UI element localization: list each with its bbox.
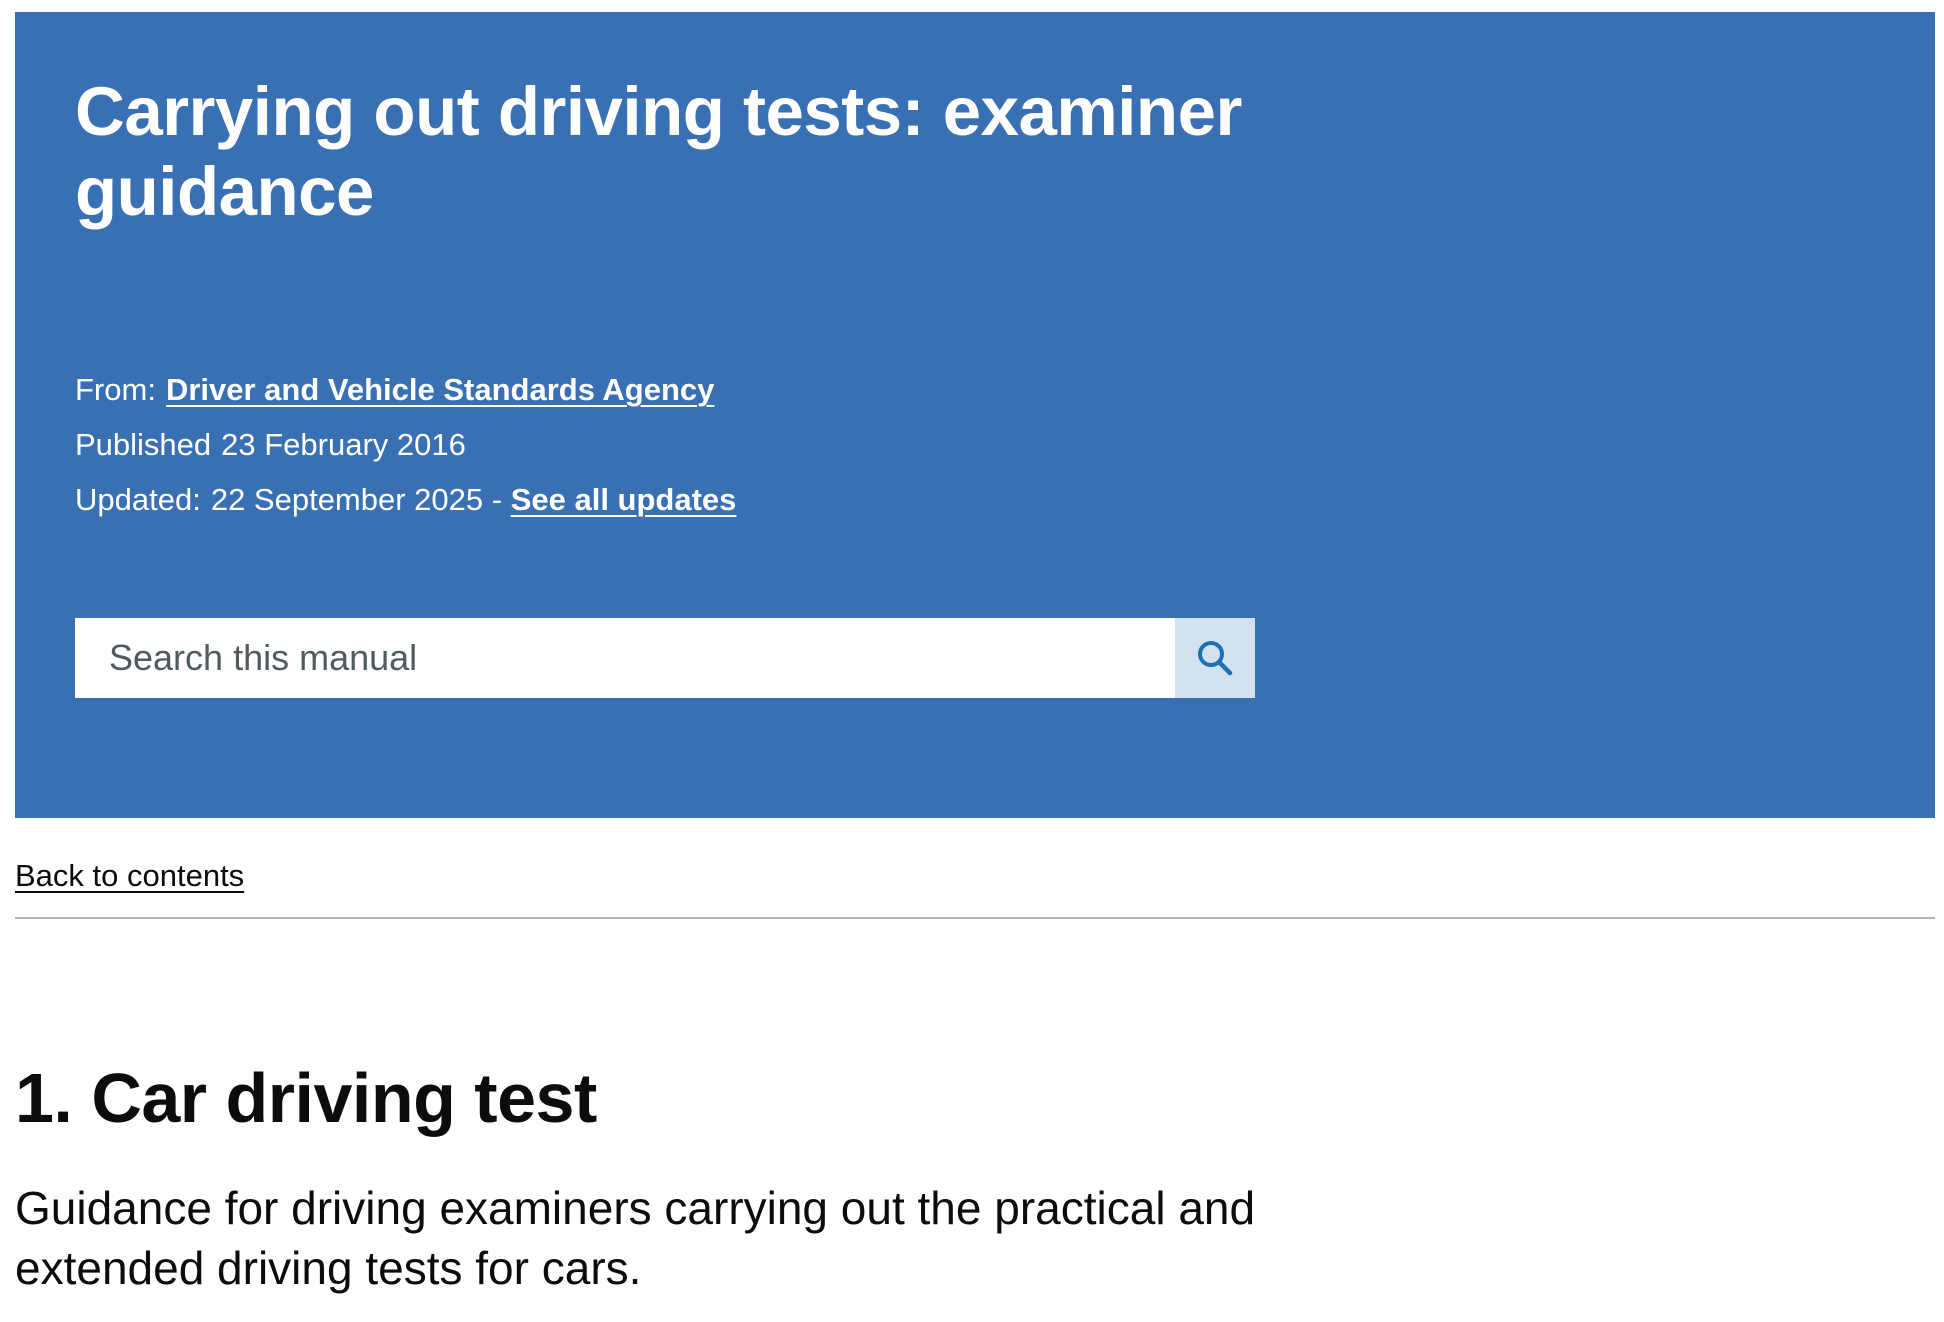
- back-to-contents-link[interactable]: Back to contents: [15, 858, 244, 894]
- updated-label: Updated:: [75, 482, 201, 517]
- section-summary: Guidance for driving examiners carrying …: [15, 1182, 1256, 1294]
- document-metadata: From: Driver and Vehicle Standards Agency…: [75, 362, 736, 527]
- updated-line: Updated: 22 September 2025 - See all upda…: [75, 472, 736, 527]
- from-line: From: Driver and Vehicle Standards Agency: [75, 362, 736, 417]
- manual-search-form: [75, 618, 1255, 698]
- page-title: Carrying out driving tests: examiner gui…: [75, 73, 1242, 230]
- published-date: 23 February 2016: [221, 427, 466, 462]
- search-button[interactable]: [1175, 618, 1255, 698]
- updated-date: 22 September 2025 -: [210, 482, 503, 517]
- section-heading: 1. Car driving test: [15, 1059, 597, 1137]
- published-label: Published: [75, 427, 212, 462]
- masthead: Carrying out driving tests: examiner gui…: [15, 12, 1935, 818]
- search-input[interactable]: [75, 618, 1175, 698]
- divider: [15, 917, 1935, 919]
- organisation-link[interactable]: Driver and Vehicle Standards Agency: [166, 372, 714, 407]
- see-all-updates-link[interactable]: See all updates: [511, 482, 737, 517]
- search-icon: [1195, 638, 1235, 678]
- from-label: From:: [75, 372, 156, 407]
- published-line: Published 23 February 2016: [75, 417, 736, 472]
- page: Carrying out driving tests: examiner gui…: [0, 0, 1944, 1322]
